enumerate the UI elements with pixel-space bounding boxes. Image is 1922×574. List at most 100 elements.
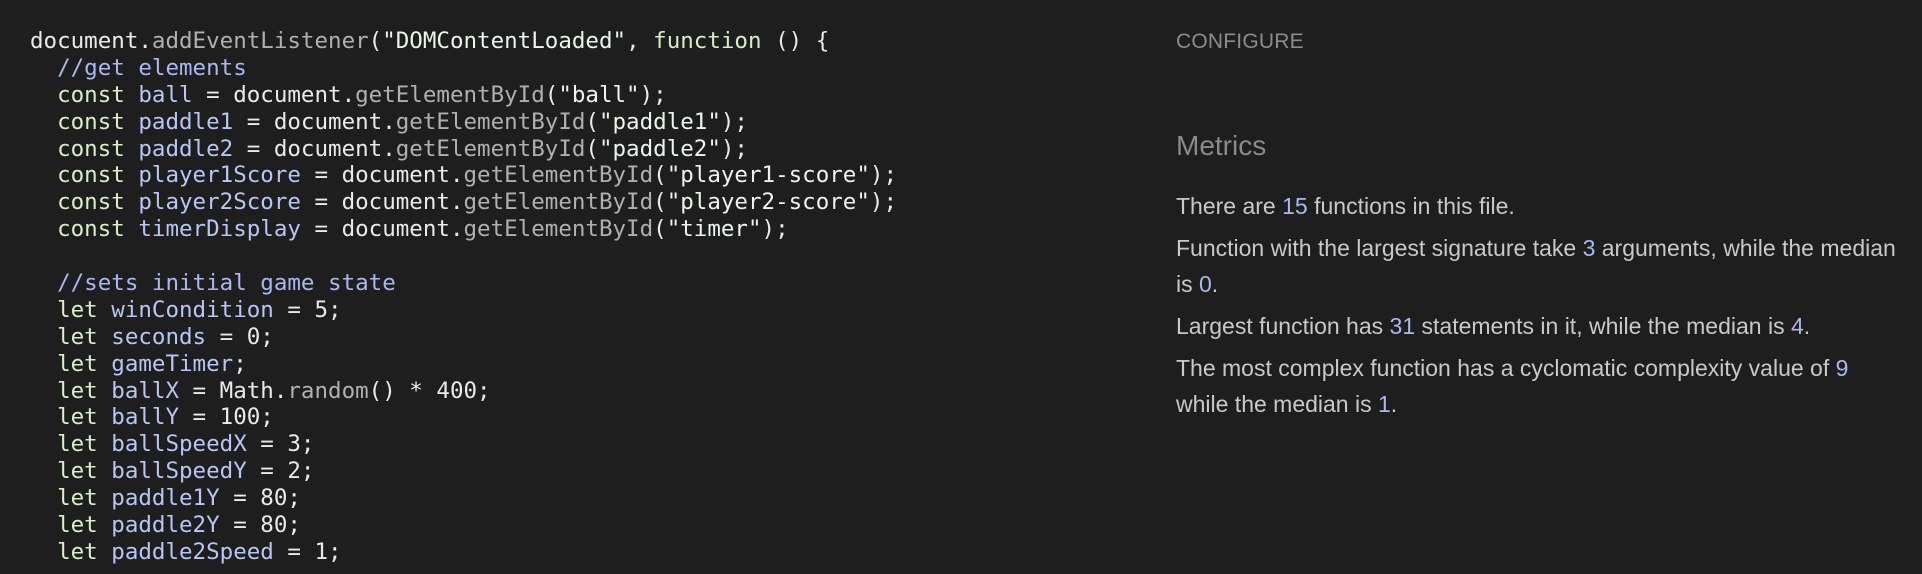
code-token-plain: = document. [300, 216, 464, 243]
code-token-plain: ( [585, 108, 599, 135]
code-token-var: paddle1Y [111, 485, 220, 512]
metric-text: The most complex function has a cyclomat… [1176, 355, 1836, 381]
code-token-var: ballX [111, 377, 180, 404]
code-token-string: "DOMContentLoaded" [382, 28, 627, 54]
code-token-keyword: const [57, 189, 125, 216]
metric-value: 31 [1389, 313, 1416, 339]
code-token-plain: = 2; [246, 458, 315, 485]
code-token-plain: ( [653, 189, 667, 216]
code-token-plain: = 80; [219, 512, 301, 539]
code-token-plain: = document. [233, 135, 396, 162]
code-line: const player1Score = document.getElement… [30, 162, 1150, 189]
code-token-var: player2Score [138, 189, 301, 216]
metric-value: 4 [1790, 313, 1804, 339]
metric-text: statements in it, while the median is [1415, 313, 1791, 339]
code-token-plain: , [626, 28, 654, 54]
code-token-plain: = 0; [206, 323, 274, 350]
code-token-keyword: const [57, 108, 125, 135]
code-token-plain: ); [869, 162, 897, 189]
code-token-plain: () { [761, 28, 830, 54]
code-token-plain: ( [544, 81, 559, 108]
code-line: //sets initial game state [30, 270, 1150, 297]
code-token-var: ballSpeedY [111, 458, 247, 485]
code-token-string: "player2-score" [666, 189, 870, 216]
code-token-method: getElementById [463, 189, 654, 216]
code-line: const ball = document.getElementById("ba… [30, 82, 1150, 109]
code-token-plain: = document. [300, 189, 464, 216]
code-line: let paddle2Speed = 1; [30, 539, 1150, 566]
code-token-plain: = document. [300, 162, 464, 189]
code-token-keyword: let [57, 512, 98, 539]
code-line: let gameTimer; [30, 351, 1150, 378]
code-token-keyword: let [57, 350, 98, 377]
metric-value: 0 [1199, 271, 1212, 297]
code-line: let seconds = 0; [30, 324, 1150, 351]
code-token-string: "paddle1" [598, 108, 721, 135]
code-token-var: ballSpeedX [111, 431, 247, 458]
metric-text: while the median is [1176, 391, 1378, 417]
code-token-plain: ); [761, 216, 789, 243]
code-token-keyword: function [653, 28, 762, 54]
code-token-method: getElementById [463, 216, 654, 243]
code-line [30, 243, 1150, 270]
code-token-plain: ); [639, 81, 667, 108]
info-panel: CONFIGURE Metrics There are 15 functions… [1176, 30, 1896, 422]
metric-sentence: There are 15 functions in this file. [1176, 188, 1896, 224]
metric-value: 3 [1582, 235, 1596, 261]
code-token-plain: ); [720, 135, 748, 162]
code-token-keyword: let [57, 485, 98, 512]
code-token-plain: ( [585, 135, 599, 162]
code-token-var: winCondition [111, 296, 274, 323]
code-line: let ballX = Math.random() * 400; [30, 378, 1150, 405]
code-token-keyword: const [57, 81, 125, 108]
configure-link[interactable]: CONFIGURE [1176, 30, 1896, 58]
code-line: document.addEventListener("DOMContentLoa… [30, 28, 1150, 55]
code-token-method: getElementById [395, 135, 586, 162]
code-token-var: paddle1 [138, 108, 234, 135]
code-token-string: "paddle2" [598, 135, 721, 162]
metrics-list: There are 15 functions in this file. Func… [1176, 188, 1896, 422]
metric-sentence: The most complex function has a cyclomat… [1176, 350, 1896, 422]
code-token-plain: . [138, 28, 152, 54]
code-line: let ballY = 100; [30, 404, 1150, 431]
code-token-keyword: let [57, 323, 98, 350]
code-editor[interactable]: document.addEventListener("DOMContentLoa… [30, 28, 1150, 566]
code-token-var: paddle2Speed [111, 538, 274, 565]
code-token-method: addEventListener [151, 28, 369, 54]
code-line: let ballSpeedX = 3; [30, 431, 1150, 458]
metric-text: . [1803, 313, 1811, 339]
code-line: let winCondition = 5; [30, 297, 1150, 324]
code-token-keyword: let [57, 404, 98, 431]
code-line: const timerDisplay = document.getElement… [30, 216, 1150, 243]
metric-sentence: Function with the largest signature take… [1176, 230, 1896, 302]
code-token-comment: //sets initial game state [57, 270, 396, 297]
code-token-var: player1Score [138, 162, 301, 189]
metric-value: 9 [1835, 355, 1849, 381]
code-token-string: "ball" [558, 81, 640, 108]
code-token-var: ball [138, 81, 193, 108]
code-token-plain: () * 400; [368, 377, 491, 404]
code-token-plain: = document. [192, 81, 356, 108]
code-token-keyword: const [57, 216, 125, 243]
code-token-plain: = 80; [219, 485, 301, 512]
code-token-var: gameTimer [111, 350, 234, 377]
